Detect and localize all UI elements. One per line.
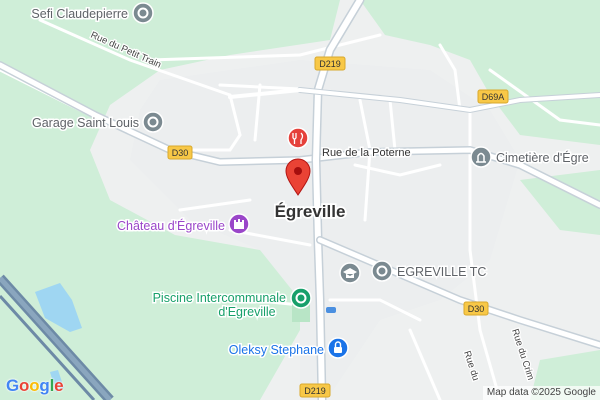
pin-generic-icon [142, 111, 164, 133]
pool-pin-icon [290, 287, 312, 309]
poi-label-garage: Garage Saint Louis [32, 116, 139, 130]
restaurant-icon[interactable] [287, 127, 309, 149]
route-shield-d30-right: D30 [463, 301, 489, 316]
logo-letter: o [29, 376, 40, 395]
school-icon[interactable] [339, 262, 361, 284]
svg-text:D30: D30 [468, 304, 485, 314]
logo-letter: g [39, 376, 50, 395]
logo-letter: e [54, 376, 64, 395]
map-attribution[interactable]: Map data ©2025 Google [482, 386, 600, 400]
svg-text:D219: D219 [304, 386, 326, 396]
google-logo[interactable]: Google [6, 376, 64, 396]
route-shield-d69a: D69A [477, 89, 509, 104]
svg-text:D219: D219 [319, 59, 341, 69]
route-shield-d219-bottom: D219 [299, 383, 331, 398]
street-label-poterne: Rue de la Poterne [322, 147, 411, 159]
cemetery-icon [470, 146, 492, 168]
poi-label-sefi: Sefi Claudepierre [31, 7, 128, 21]
poi-label-cimetiere: Cimetière d'Égre [496, 150, 589, 165]
poi-label-piscine-line1: Piscine Intercommunale [153, 291, 286, 305]
map-canvas[interactable]: D219 D30 D69A D30 D219 Rue du Petit Trai… [0, 0, 600, 400]
svg-text:D69A: D69A [482, 92, 505, 102]
castle-icon [228, 213, 250, 235]
small-marker-icon [326, 307, 336, 313]
route-shield-d30-left: D30 [167, 145, 193, 160]
poi-label-piscine-line2: d'Egreville [218, 305, 275, 319]
poi-label-egreville-tc: EGREVILLE TC [397, 265, 486, 279]
logo-letter: o [19, 376, 30, 395]
pin-generic-icon [371, 260, 393, 282]
pin-generic-icon [132, 2, 154, 24]
logo-letter: G [6, 376, 20, 395]
poi-label-oleksy: Oleksy Stephane [229, 343, 324, 357]
poi-label-chateau: Château d'Égreville [117, 218, 225, 233]
lock-icon [327, 337, 349, 359]
svg-text:D30: D30 [172, 148, 189, 158]
town-label: Égreville [275, 202, 346, 221]
route-shield-d219-top: D219 [314, 56, 346, 71]
